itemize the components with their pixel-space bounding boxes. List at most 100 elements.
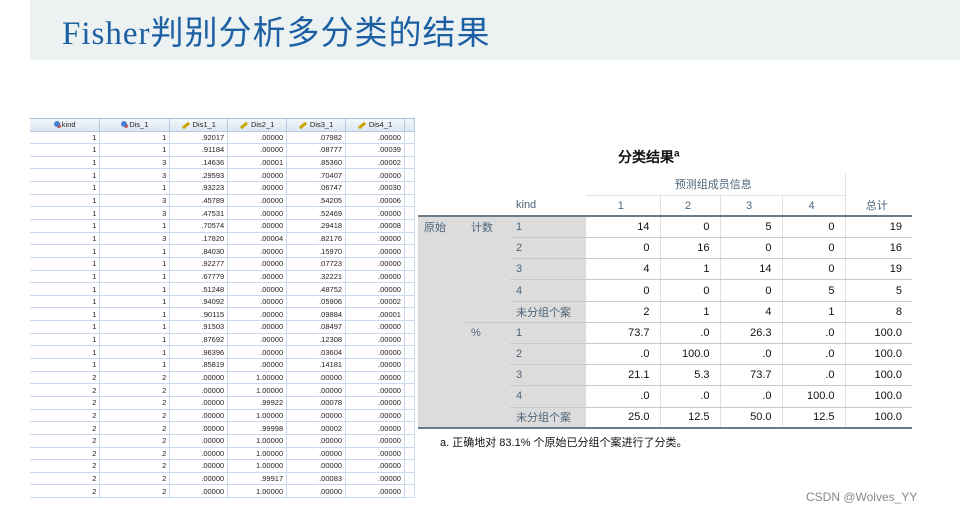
grid-cell[interactable]: .00000 (345, 257, 405, 271)
grid-cell[interactable]: 3 (99, 232, 171, 246)
grid-cell[interactable]: .92277 (169, 257, 229, 271)
grid-cell[interactable]: 2 (99, 459, 171, 473)
grid-cell[interactable]: .00000 (345, 383, 405, 397)
grid-cell-empty[interactable] (404, 396, 415, 410)
grid-cell[interactable]: .17820 (169, 232, 229, 246)
grid-cell[interactable]: 1 (99, 270, 171, 284)
grid-cell[interactable]: .00000 (286, 434, 347, 448)
grid-cell-empty[interactable] (404, 232, 415, 246)
grid-cell-empty[interactable] (404, 181, 415, 195)
grid-cell-empty[interactable] (404, 194, 415, 208)
grid-cell[interactable]: .00000 (227, 181, 288, 195)
grid-cell[interactable]: .00000 (345, 206, 405, 220)
grid-cell-empty[interactable] (404, 131, 415, 145)
grid-cell-empty[interactable] (404, 434, 415, 448)
grid-cell[interactable]: .00000 (345, 409, 405, 423)
grid-cell-empty[interactable] (404, 295, 415, 309)
grid-cell[interactable]: 1 (30, 307, 101, 322)
grid-cell[interactable]: .00008 (345, 219, 405, 233)
grid-cell[interactable]: .00000 (286, 484, 347, 498)
grid-cell-empty[interactable] (404, 421, 415, 435)
grid-cell[interactable]: .00000 (227, 358, 288, 372)
grid-cell[interactable]: 1 (99, 257, 171, 271)
grid-cell[interactable]: 1 (99, 295, 171, 309)
grid-cell[interactable]: .85360 (286, 156, 347, 170)
grid-cell[interactable]: 2 (99, 447, 171, 461)
grid-cell[interactable]: .00000 (227, 206, 288, 220)
grid-cell[interactable]: 1 (99, 358, 171, 372)
grid-cell[interactable]: 1 (30, 270, 101, 284)
grid-cell[interactable]: .48752 (286, 282, 347, 296)
grid-cell[interactable]: .00000 (169, 421, 229, 435)
grid-cell[interactable]: .99922 (227, 396, 288, 410)
grid-cell-empty[interactable] (404, 459, 415, 473)
grid-cell[interactable]: 1 (30, 168, 101, 183)
grid-cell[interactable]: .00000 (345, 421, 405, 435)
grid-cell[interactable]: 2 (30, 484, 101, 498)
grid-cell[interactable]: .92017 (169, 131, 229, 145)
grid-cell[interactable]: .00000 (227, 244, 288, 258)
grid-cell[interactable]: 1.00000 (227, 371, 288, 385)
grid-cell[interactable]: .00000 (227, 333, 288, 347)
grid-cell[interactable]: .29593 (169, 168, 229, 183)
grid-cell[interactable]: .07982 (286, 131, 347, 145)
grid-cell[interactable]: .00000 (345, 459, 405, 473)
column-header-dis4_1[interactable]: Dis4_1 (345, 119, 405, 132)
grid-cell[interactable]: 1 (30, 358, 101, 372)
grid-cell[interactable]: 1 (99, 181, 171, 195)
grid-cell[interactable]: .52469 (286, 206, 347, 220)
grid-cell-empty[interactable] (404, 358, 415, 372)
grid-cell[interactable]: .00000 (286, 409, 347, 423)
grid-cell[interactable]: .91184 (169, 143, 229, 157)
grid-cell[interactable]: .08497 (286, 320, 347, 334)
grid-cell[interactable]: .00000 (345, 320, 405, 334)
grid-cell[interactable]: .00000 (227, 307, 288, 322)
grid-cell[interactable]: 2 (30, 434, 101, 448)
grid-cell[interactable]: 1 (30, 143, 101, 157)
grid-cell[interactable]: .00078 (286, 396, 347, 410)
grid-cell[interactable]: 1 (30, 232, 101, 246)
grid-cell[interactable]: .00000 (169, 434, 229, 448)
grid-cell[interactable]: 2 (99, 383, 171, 397)
grid-cell-empty[interactable] (404, 484, 415, 498)
grid-cell[interactable]: .05906 (286, 295, 347, 309)
grid-cell-empty[interactable] (404, 345, 415, 360)
grid-cell[interactable]: 1 (99, 345, 171, 360)
grid-cell[interactable]: 2 (99, 484, 171, 498)
grid-cell[interactable]: .00000 (286, 459, 347, 473)
grid-cell[interactable]: .91503 (169, 320, 229, 334)
grid-cell[interactable]: .00000 (345, 358, 405, 372)
grid-cell[interactable]: 1 (30, 219, 101, 233)
grid-cell[interactable]: 2 (30, 459, 101, 473)
grid-cell[interactable]: 3 (99, 206, 171, 220)
grid-cell[interactable]: .00000 (169, 383, 229, 397)
grid-cell[interactable]: .00083 (286, 472, 347, 486)
grid-cell[interactable]: .93223 (169, 181, 229, 195)
grid-cell-empty[interactable] (404, 320, 415, 334)
grid-cell[interactable]: .00000 (169, 459, 229, 473)
grid-cell[interactable]: 1.00000 (227, 409, 288, 423)
grid-cell[interactable]: .12308 (286, 333, 347, 347)
grid-cell[interactable]: .29418 (286, 219, 347, 233)
grid-cell-empty[interactable] (404, 168, 415, 183)
grid-cell[interactable]: .94092 (169, 295, 229, 309)
grid-cell[interactable]: 1 (99, 282, 171, 296)
grid-cell[interactable]: .08777 (286, 143, 347, 157)
grid-cell[interactable]: .00000 (227, 143, 288, 157)
grid-cell[interactable]: 1 (30, 131, 101, 145)
grid-cell[interactable]: .00000 (286, 371, 347, 385)
grid-cell[interactable]: 1 (30, 295, 101, 309)
grid-cell[interactable]: .00000 (345, 434, 405, 448)
grid-cell[interactable]: .00000 (227, 282, 288, 296)
grid-cell[interactable]: .00000 (345, 371, 405, 385)
grid-cell[interactable]: .00000 (169, 484, 229, 498)
grid-cell[interactable]: .00000 (227, 270, 288, 284)
grid-cell[interactable]: 3 (99, 156, 171, 170)
grid-cell[interactable]: 1 (30, 257, 101, 271)
grid-cell[interactable]: .85819 (169, 358, 229, 372)
grid-cell[interactable]: .00000 (227, 257, 288, 271)
grid-cell[interactable]: .00001 (345, 307, 405, 322)
grid-cell[interactable]: .70574 (169, 219, 229, 233)
grid-cell[interactable]: 2 (30, 472, 101, 486)
grid-cell[interactable]: .00000 (345, 484, 405, 498)
